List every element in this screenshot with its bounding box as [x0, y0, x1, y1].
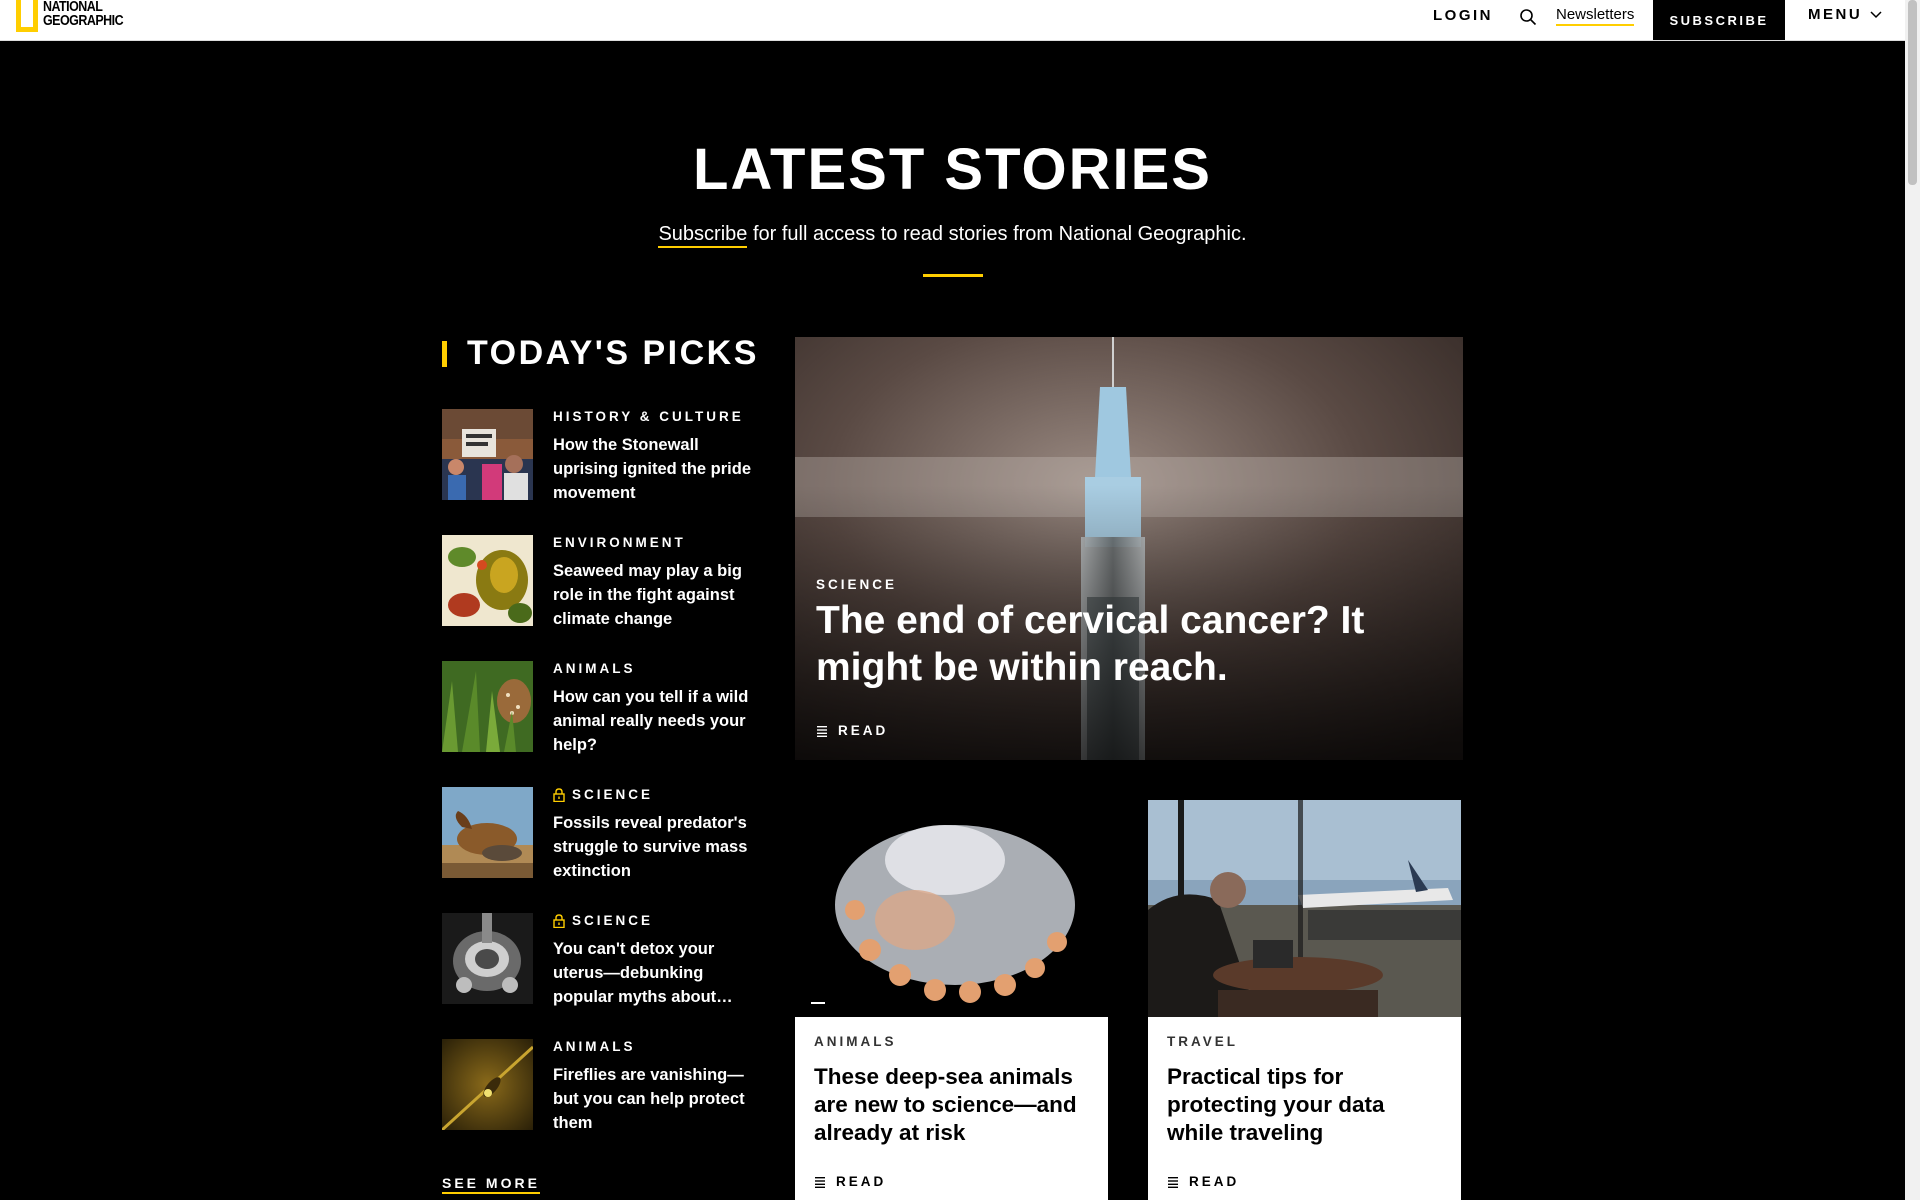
article-icon — [817, 725, 827, 737]
read-label: READ — [836, 1174, 887, 1189]
pick-text: ENVIRONMENT Seaweed may play a big role … — [553, 535, 753, 631]
pick-item[interactable]: ANIMALS Fireflies are vanishing—but you … — [442, 1039, 762, 1149]
hero-category[interactable]: SCIENCE — [816, 577, 897, 592]
heading-accent-bar — [442, 340, 447, 367]
card-image-airport-traveler[interactable] — [1148, 800, 1461, 1017]
pick-thumbnail-xray[interactable] — [442, 913, 533, 1004]
story-card[interactable]: ANIMALS These deep-sea animals are new t… — [795, 800, 1108, 1200]
search-icon[interactable] — [1519, 8, 1537, 26]
pick-category-label: SCIENCE — [572, 913, 654, 928]
pick-text: ANIMALS How can you tell if a wild anima… — [553, 661, 753, 757]
pick-category[interactable]: ENVIRONMENT — [553, 535, 753, 551]
title-divider — [923, 274, 983, 277]
pick-text: SCIENCE You can't detox your uterus—debu… — [553, 913, 753, 1009]
pick-thumbnail-fossil-predator[interactable] — [442, 787, 533, 878]
pick-category[interactable]: ANIMALS — [553, 661, 753, 677]
story-card[interactable]: TRAVEL Practical tips for protecting you… — [1148, 800, 1461, 1200]
subscribe-button[interactable]: SUBSCRIBE — [1653, 0, 1785, 40]
pick-category-label: ANIMALS — [553, 1039, 636, 1054]
pick-item[interactable]: HISTORY & CULTURE How the Stonewall upri… — [442, 409, 762, 519]
pick-headline[interactable]: Fireflies are vanishing—but you can help… — [553, 1063, 753, 1135]
menu-button[interactable]: MENU — [1808, 6, 1882, 23]
pick-headline[interactable]: How can you tell if a wild animal really… — [553, 685, 753, 757]
pick-text: HISTORY & CULTURE How the Stonewall upri… — [553, 409, 753, 505]
lock-icon — [553, 788, 565, 802]
lock-icon — [553, 914, 565, 928]
pick-category-label: HISTORY & CULTURE — [553, 409, 744, 424]
pick-headline[interactable]: Seaweed may play a big role in the fight… — [553, 559, 753, 631]
subscribe-prompt: Subscribe for full access to read storie… — [0, 223, 1905, 248]
chevron-down-icon — [1870, 10, 1882, 18]
pick-category[interactable]: HISTORY & CULTURE — [553, 409, 753, 425]
pick-category-label: ENVIRONMENT — [553, 535, 686, 550]
subscribe-prompt-text: for full access to read stories from Nat… — [747, 223, 1247, 245]
pick-headline[interactable]: You can't detox your uterus—debunking po… — [553, 937, 753, 1009]
pick-item[interactable]: ANIMALS How can you tell if a wild anima… — [442, 661, 762, 771]
pick-thumbnail-fawn[interactable] — [442, 661, 533, 752]
top-nav: NATIONAL GEOGRAPHIC LOGIN Newsletters SU… — [0, 0, 1905, 41]
menu-label: MENU — [1808, 6, 1863, 23]
scrollbar-thumb[interactable] — [1908, 0, 1917, 185]
pick-item[interactable]: ENVIRONMENT Seaweed may play a big role … — [442, 535, 762, 645]
hero-story[interactable]: SCIENCE The end of cervical cancer? It m… — [795, 337, 1463, 760]
hero-headline[interactable]: The end of cervical cancer? It might be … — [816, 597, 1376, 691]
card-category[interactable]: TRAVEL — [1167, 1034, 1238, 1049]
read-label: READ — [1189, 1174, 1240, 1189]
card-headline[interactable]: These deep-sea animals are new to scienc… — [814, 1063, 1089, 1147]
card-category[interactable]: ANIMALS — [814, 1034, 897, 1049]
pick-text: SCIENCE Fossils reveal predator's strugg… — [553, 787, 753, 883]
page-scrollbar[interactable] — [1905, 0, 1920, 1200]
pick-category[interactable]: SCIENCE — [553, 787, 753, 803]
card-read-button[interactable]: READ — [1167, 1174, 1239, 1189]
pick-headline[interactable]: How the Stonewall uprising ignited the p… — [553, 433, 753, 505]
hero-read-button[interactable]: READ — [816, 723, 888, 738]
subscribe-inline-link[interactable]: Subscribe — [658, 223, 748, 248]
card-read-button[interactable]: READ — [814, 1174, 886, 1189]
card-image-deep-sea-animal[interactable] — [795, 800, 1108, 1017]
see-more-link[interactable]: SEE MORE — [442, 1175, 540, 1194]
pick-text: ANIMALS Fireflies are vanishing—but you … — [553, 1039, 753, 1135]
page-title: LATEST STORIES — [693, 137, 1212, 202]
logo-wordmark: NATIONAL GEOGRAPHIC — [43, 0, 124, 29]
pick-category[interactable]: ANIMALS — [553, 1039, 753, 1055]
login-link[interactable]: LOGIN — [1433, 7, 1493, 24]
todays-picks-title: TODAY'S PICKS — [467, 334, 759, 372]
logo-line-1: NATIONAL — [43, 0, 103, 15]
article-icon — [1168, 1176, 1178, 1188]
article-icon — [815, 1176, 825, 1188]
newsletters-link[interactable]: Newsletters — [1556, 6, 1635, 26]
pick-category-label: SCIENCE — [572, 787, 654, 802]
pick-category[interactable]: SCIENCE — [553, 913, 753, 929]
pick-item[interactable]: SCIENCE You can't detox your uterus—debu… — [442, 913, 762, 1023]
card-headline[interactable]: Practical tips for protecting your data … — [1167, 1063, 1442, 1147]
read-label: READ — [838, 723, 889, 738]
pick-thumbnail-stonewall[interactable] — [442, 409, 533, 500]
logo-line-2: GEOGRAPHIC — [43, 13, 124, 29]
pick-item[interactable]: SCIENCE Fossils reveal predator's strugg… — [442, 787, 762, 897]
pick-thumbnail-firefly[interactable] — [442, 1039, 533, 1130]
pick-headline[interactable]: Fossils reveal predator's struggle to su… — [553, 811, 753, 883]
pick-thumbnail-seaweed[interactable] — [442, 535, 533, 626]
todays-picks-heading: TODAY'S PICKS — [442, 334, 759, 373]
logo-yellow-frame — [16, 0, 38, 32]
pick-category-label: ANIMALS — [553, 661, 636, 676]
hero-image-syringe[interactable] — [795, 337, 1463, 760]
natgeo-logo[interactable]: NATIONAL GEOGRAPHIC — [16, 0, 136, 32]
